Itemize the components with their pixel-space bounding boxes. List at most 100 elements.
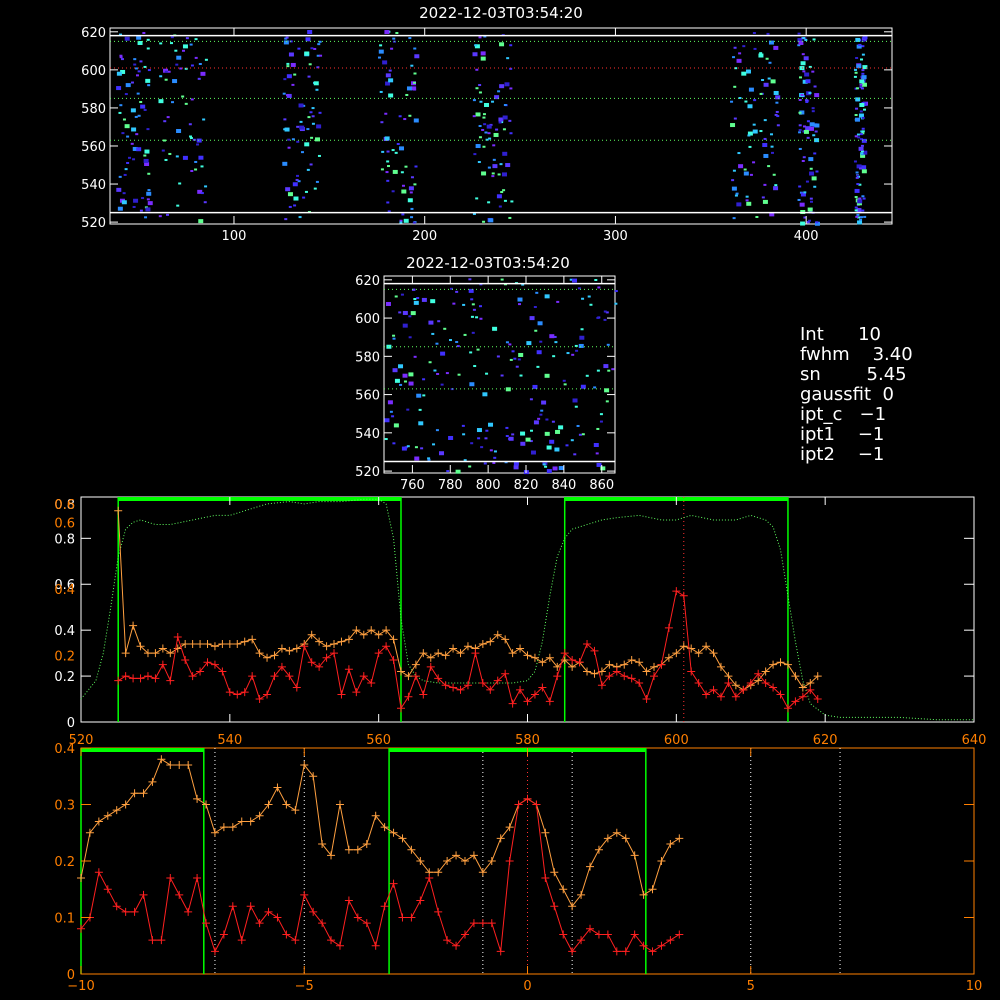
- heatmap-pixel: [859, 167, 863, 170]
- heatmap-pixel: [307, 75, 311, 78]
- heatmap-pixel: [732, 169, 736, 172]
- heatmap-pixel: [499, 42, 505, 47]
- heatmap-pixel: [855, 56, 859, 59]
- heatmap-pixel: [121, 132, 125, 135]
- heatmap-pixel: [317, 154, 321, 157]
- heatmap-pixel: [482, 392, 488, 397]
- heatmap-pixel: [797, 198, 801, 201]
- heatmap-pixel: [770, 79, 776, 84]
- x-tick-label: 100: [222, 229, 247, 244]
- heatmap-pixel: [539, 340, 543, 343]
- heatmap-pixel: [537, 417, 541, 420]
- heatmap-pixel: [470, 442, 474, 445]
- heatmap-pixel: [570, 439, 574, 442]
- heatmap-pixel: [122, 192, 126, 195]
- heatmap-pixel: [475, 316, 479, 319]
- heatmap-pixel: [159, 75, 163, 78]
- heatmap-pixel: [573, 453, 577, 456]
- heatmap-pixel: [476, 428, 482, 433]
- heatmap-pixel: [435, 429, 439, 432]
- heatmap-pixel: [536, 350, 542, 355]
- heatmap-pixel: [475, 197, 479, 200]
- heatmap-pixel: [282, 92, 286, 95]
- heatmap-pixel: [854, 114, 858, 117]
- heatmap-pixel: [136, 147, 142, 152]
- heatmap-pixel: [803, 129, 809, 134]
- heatmap-pixel: [137, 114, 141, 117]
- heatmap-pixel: [119, 56, 123, 59]
- heatmap-pixel: [176, 204, 180, 207]
- heatmap-pixel: [856, 213, 860, 216]
- heatmap-pixel: [605, 400, 609, 403]
- heatmap-pixel: [809, 200, 813, 203]
- heatmap-pixel: [509, 44, 513, 47]
- heatmap-pixel: [124, 124, 130, 129]
- y-tick-label: 0.2: [54, 855, 75, 870]
- info-ipt1: ipt1 −1: [800, 424, 884, 445]
- heatmap-pixel: [492, 144, 496, 147]
- heatmap-pixel: [519, 374, 523, 377]
- heatmap-pixel: [380, 168, 384, 171]
- heatmap-pixel: [815, 221, 819, 224]
- info-fwhm: fwhm 3.40: [800, 344, 913, 365]
- heatmap-pixel: [606, 343, 610, 346]
- heatmap-pixel: [299, 125, 305, 130]
- heatmap-pixel: [163, 120, 167, 123]
- heatmap-pixel: [480, 446, 484, 449]
- heatmap-pixel: [481, 171, 487, 176]
- heatmap-pixel: [416, 393, 422, 398]
- heatmap-pixel: [125, 38, 129, 41]
- heatmap-pixel: [385, 73, 391, 78]
- heatmap-pixel: [401, 213, 405, 216]
- heatmap-pixel: [386, 201, 390, 204]
- heatmap-pixel: [748, 87, 754, 92]
- heatmap-pixel: [499, 163, 503, 166]
- y-tick-label: 620: [81, 26, 106, 41]
- heatmap-pixel: [731, 186, 737, 191]
- y-tick-label: 0: [67, 716, 75, 731]
- heatmap-pixel: [412, 81, 416, 84]
- heatmap-pixel: [413, 300, 419, 305]
- heatmap-pixel: [861, 53, 865, 56]
- heatmap-pixel: [410, 311, 416, 316]
- heatmap-pixel: [410, 216, 414, 219]
- heatmap-pixel: [861, 169, 867, 174]
- heatmap-pixel: [182, 44, 188, 49]
- heatmap-pixel: [746, 201, 752, 206]
- heatmap-pixel: [813, 152, 817, 155]
- heatmap-pixel: [171, 101, 175, 104]
- heatmap-pixel: [285, 36, 289, 39]
- heatmap-pixel: [319, 54, 323, 57]
- heatmap-pixel: [200, 192, 204, 195]
- x-tick-label: 760: [400, 478, 425, 493]
- heatmap-pixel: [731, 179, 735, 182]
- heatmap-pixel: [768, 40, 774, 45]
- heatmap-pixel: [752, 32, 756, 35]
- heatmap-pixel: [766, 32, 770, 35]
- heatmap-pixel: [775, 110, 779, 113]
- heatmap-pixel: [859, 102, 865, 107]
- heatmap-pixel: [194, 168, 198, 171]
- heatmap-pixel: [428, 361, 432, 364]
- heatmap-pixel: [576, 424, 580, 427]
- heatmap-pixel: [135, 133, 139, 136]
- heatmap-pixel: [194, 56, 198, 59]
- heatmap-pixel: [855, 171, 859, 174]
- heatmap-pixel: [493, 456, 497, 459]
- heatmap-pixel: [749, 173, 753, 176]
- heatmap-pixel: [578, 343, 584, 348]
- heatmap-pixel: [298, 216, 302, 219]
- heatmap-pixel: [529, 429, 533, 432]
- heatmap-pixel: [505, 341, 509, 344]
- heatmap-pixel: [762, 199, 768, 204]
- heatmap-pixel: [808, 157, 814, 162]
- heatmap-pixel: [410, 176, 414, 179]
- heatmap-pixel: [854, 206, 858, 209]
- heatmap-pixel: [581, 433, 585, 436]
- heatmap-pixel: [597, 286, 601, 289]
- heatmap-pixel: [487, 166, 491, 169]
- heatmap-pixel: [744, 100, 748, 103]
- heatmap-pixel: [128, 156, 132, 159]
- heatmap-pixel: [477, 161, 481, 164]
- heatmap-pixel: [532, 384, 538, 389]
